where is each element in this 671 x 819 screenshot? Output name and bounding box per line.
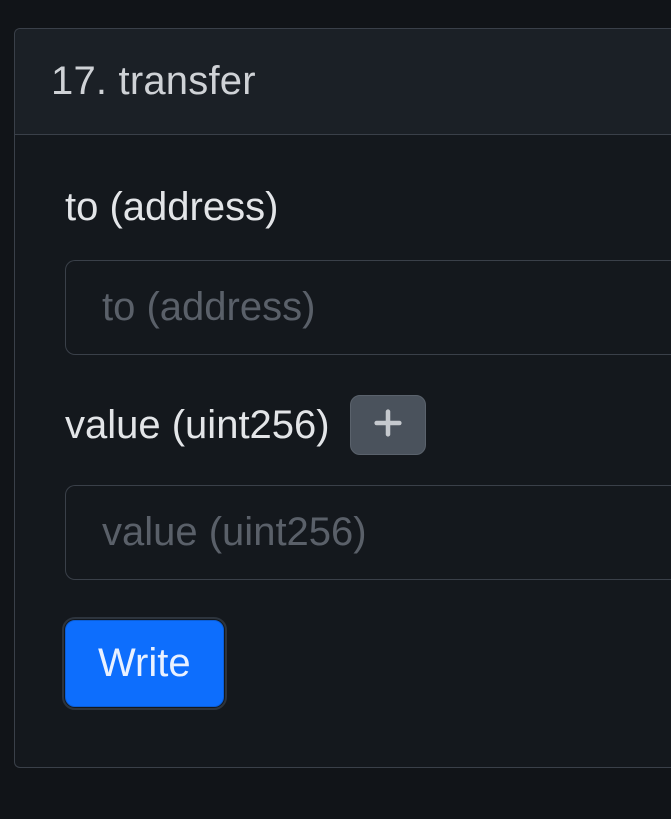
field-group-value: value (uint256) — [65, 395, 671, 580]
add-value-button[interactable] — [350, 395, 426, 455]
field-label-value: value (uint256) — [65, 403, 330, 448]
write-button[interactable]: Write — [65, 620, 224, 707]
field-label-to: to (address) — [65, 185, 278, 230]
function-header[interactable]: 17. transfer — [15, 29, 671, 135]
function-panel: 17. transfer to (address) value (uint256… — [14, 28, 671, 768]
input-to-address[interactable] — [65, 260, 671, 355]
plus-icon — [371, 406, 405, 445]
field-group-to: to (address) — [65, 185, 671, 355]
function-body: to (address) value (uint256) Write — [15, 135, 671, 767]
function-title: 17. transfer — [51, 59, 635, 104]
input-value-uint256[interactable] — [65, 485, 671, 580]
